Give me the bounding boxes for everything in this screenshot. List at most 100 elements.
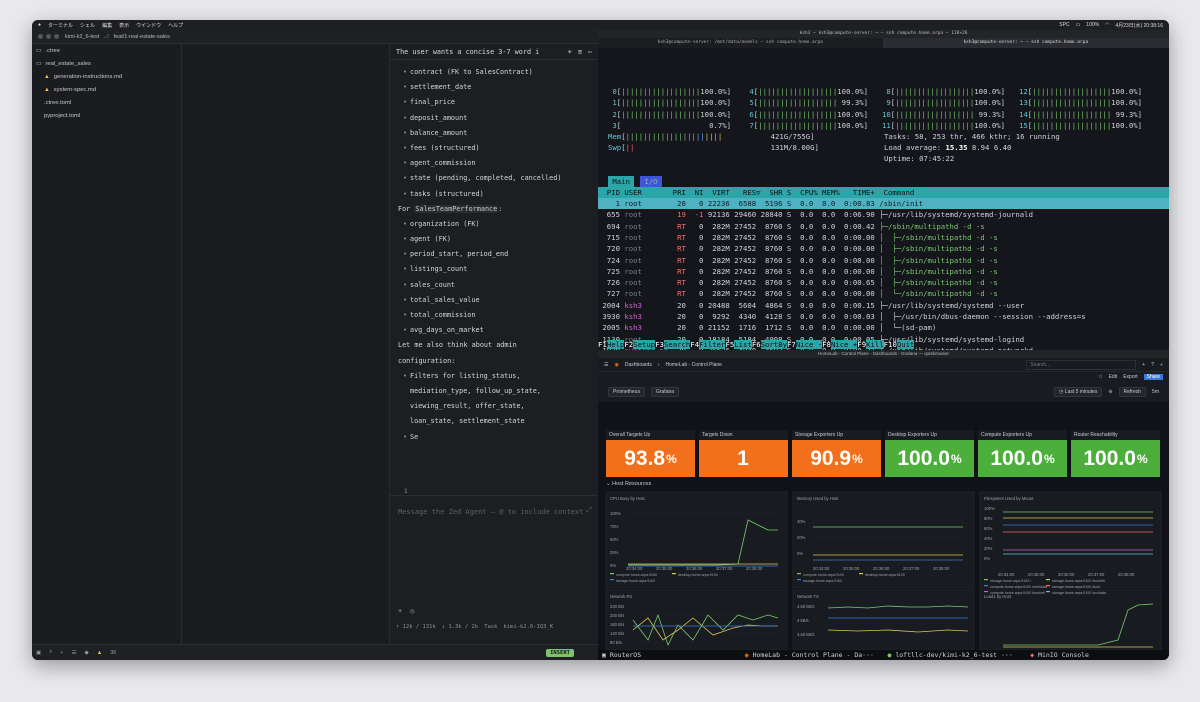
task-item[interactable]: ▣ RouterOS bbox=[598, 651, 741, 659]
task-item[interactable]: ◆ MinIO Console bbox=[1026, 651, 1169, 659]
search-icon[interactable]: ⌕ bbox=[49, 649, 52, 656]
fkey-search[interactable]: F3Search bbox=[655, 340, 691, 349]
htop-tab-io[interactable]: I/O bbox=[640, 176, 662, 188]
fkey-quit[interactable]: F10Quit bbox=[884, 340, 915, 349]
breadcrumb-item[interactable]: Dashboards bbox=[625, 362, 652, 368]
stat-panel[interactable]: Desktop Exporters Up 100.0% bbox=[885, 430, 974, 477]
menu-item[interactable]: 編集 bbox=[102, 22, 112, 29]
tree-item[interactable]: pyproject.toml bbox=[32, 109, 181, 122]
close-icon[interactable] bbox=[38, 34, 43, 39]
refresh-interval[interactable]: 5m bbox=[1152, 389, 1159, 395]
battery-icon[interactable]: ▭ bbox=[1076, 22, 1081, 29]
y-tick-label: 80 B/s bbox=[610, 640, 622, 645]
export-button[interactable]: Export bbox=[1123, 374, 1137, 380]
agent-message-input[interactable]: Message the Zed Agent — @ to include con… bbox=[390, 495, 598, 645]
fkey-help[interactable]: F1Help bbox=[598, 340, 625, 349]
time-range-picker[interactable]: ◷ Last 5 minutes bbox=[1054, 387, 1103, 397]
diagnostic-icon[interactable]: ◆ bbox=[85, 650, 89, 656]
fkey-nice[interactable]: F8Nice + bbox=[822, 340, 858, 349]
menu-item[interactable]: ターミナル bbox=[48, 22, 73, 29]
fkey-nice[interactable]: F7Nice - bbox=[787, 340, 823, 349]
git-icon[interactable]: ⑂ bbox=[60, 650, 63, 656]
tree-item[interactable]: ▭ real_estate_sales bbox=[32, 57, 181, 70]
plus-icon[interactable]: + bbox=[568, 48, 572, 56]
refresh-button[interactable]: Refresh bbox=[1118, 387, 1147, 397]
process-row[interactable]: 3930 ksh3 20 0 9292 4340 4128 S 0.0 0.0 … bbox=[598, 311, 1169, 322]
htop-function-keys: F1HelpF2SetupF3SearchF4FilterF5ListF6Sor… bbox=[598, 340, 1169, 350]
plus-icon[interactable]: + bbox=[398, 603, 402, 619]
tree-item[interactable]: .ctree.toml bbox=[32, 96, 181, 109]
fkey-kill[interactable]: F9Kill bbox=[857, 340, 884, 349]
task-item[interactable]: ◉ HomeLab - Control Plane - Da··· bbox=[741, 651, 884, 659]
menu-item[interactable]: ヘルプ bbox=[168, 22, 183, 29]
dashboard-link[interactable]: Grafana bbox=[650, 387, 680, 397]
dashboard-link[interactable]: Prometheus bbox=[608, 387, 645, 397]
process-row[interactable]: 715 root RT 0 282M 27452 8760 S 0.0 0.0 … bbox=[598, 232, 1169, 243]
htop-tab-main[interactable]: Main bbox=[608, 176, 635, 188]
agent-line-text: final_price bbox=[410, 98, 456, 107]
wifi-icon[interactable]: ◠ bbox=[1105, 22, 1109, 29]
terminal-tab[interactable]: ksh3@compute-server: /mnt/data/models — … bbox=[598, 38, 884, 48]
process-row[interactable]: 725 root RT 0 282M 27452 8760 S 0.0 0.0 … bbox=[598, 266, 1169, 277]
model-select[interactable]: kimi-k2.6-IQ3_K bbox=[503, 619, 553, 635]
tree-item[interactable]: ▲ generation-instructions.md bbox=[32, 70, 181, 83]
history-icon[interactable]: ≡ bbox=[578, 48, 582, 56]
star-icon[interactable]: ☆ bbox=[1098, 374, 1102, 380]
menu-item[interactable]: ウインドウ bbox=[136, 22, 161, 29]
apple-icon[interactable]: ● bbox=[38, 22, 41, 28]
stat-panel[interactable]: Overall Targets Up 93.8% bbox=[606, 430, 695, 477]
expand-icon[interactable]: ⤢ bbox=[586, 502, 592, 518]
fkey-setup[interactable]: F2Setup bbox=[624, 340, 656, 349]
process-row[interactable]: 726 root RT 0 282M 27452 8760 S 0.0 0.0 … bbox=[598, 277, 1169, 288]
grafana-logo-icon[interactable]: ◉ bbox=[614, 362, 618, 368]
help-icon[interactable]: ? bbox=[1151, 362, 1154, 368]
terminal-tab-active[interactable]: ksh3@compute-server: ~ — ssh compute.hom… bbox=[883, 38, 1169, 48]
fkey-filter[interactable]: F4Filter bbox=[690, 340, 726, 349]
process-row[interactable]: 655 root 19 -1 92136 29460 28840 S 0.0 0… bbox=[598, 209, 1169, 220]
process-row[interactable]: 694 root RT 0 282M 27452 8760 S 0.0 0.0 … bbox=[598, 221, 1169, 232]
share-button[interactable]: Share bbox=[1143, 374, 1163, 380]
mode-select[interactable]: Task bbox=[484, 619, 497, 635]
breadcrumb-item[interactable]: HomeLab - Control Plane bbox=[666, 362, 722, 368]
tree-item[interactable]: ▭ .ctree bbox=[32, 44, 181, 57]
edit-button[interactable]: Edit bbox=[1109, 374, 1118, 380]
fkey-list[interactable]: F5List bbox=[725, 340, 752, 349]
process-row[interactable]: 724 root RT 0 282M 27452 8760 S 0.0 0.0 … bbox=[598, 255, 1169, 266]
status-item[interactable]: 100% bbox=[1086, 22, 1099, 29]
fkey-sortby[interactable]: F6SortBy bbox=[752, 340, 787, 349]
status-item[interactable]: SPC bbox=[1059, 22, 1069, 29]
cpu-meter: 7[||||||||||||||||||100.0%] bbox=[745, 120, 869, 130]
editor-pane[interactable] bbox=[182, 44, 390, 644]
warning-icon[interactable]: ▲ bbox=[97, 650, 102, 656]
zoom-icon[interactable] bbox=[54, 34, 59, 39]
search-input[interactable]: Search... bbox=[1026, 359, 1137, 370]
stat-panel[interactable]: Storage Exporters Up 90.9% bbox=[792, 430, 881, 477]
zoom-out-icon[interactable]: ⊖ bbox=[1108, 389, 1112, 395]
tree-item[interactable]: ▲ system-spec.md bbox=[32, 83, 181, 96]
plus-icon[interactable]: + bbox=[1142, 362, 1145, 368]
stat-panel[interactable]: Router Reachability 100.0% bbox=[1071, 430, 1160, 477]
outline-icon[interactable]: ☰ bbox=[72, 650, 77, 656]
project-name[interactable]: kimi-k2_6-test bbox=[65, 34, 99, 40]
process-row[interactable]: 2004 ksh3 20 0 20488 5604 4864 S 0.0 0.0… bbox=[598, 300, 1169, 311]
branch-name[interactable]: feat/1-real-estate-sales bbox=[114, 34, 170, 40]
menu-item[interactable]: シェル bbox=[80, 22, 95, 29]
minimize-icon[interactable] bbox=[46, 34, 51, 39]
clock[interactable]: 4月23日(水) 20:38:16 bbox=[1115, 22, 1163, 29]
process-row[interactable]: 720 root RT 0 282M 27452 8760 S 0.0 0.0 … bbox=[598, 243, 1169, 254]
panel-icon[interactable]: ▣ bbox=[36, 650, 41, 656]
stat-panel[interactable]: Targets Down 1 bbox=[699, 430, 788, 477]
more-icon[interactable]: ⋯ bbox=[588, 48, 592, 56]
row-header[interactable]: ⌄ Host Resources bbox=[606, 481, 651, 487]
process-row[interactable]: 1 root 20 0 22236 6588 5196 S 0.0 0.0 0:… bbox=[598, 198, 1169, 210]
menu-icon[interactable]: ☰ bbox=[604, 362, 608, 368]
process-row[interactable]: 727 root RT 0 282M 27452 8760 S 0.0 0.0 … bbox=[598, 288, 1169, 299]
thread-title[interactable]: The user wants a concise 3-7 word i bbox=[396, 48, 562, 56]
process-row[interactable]: 2005 ksh3 20 0 21152 1716 1712 S 0.0 0.0… bbox=[598, 322, 1169, 333]
menu-item[interactable]: 表示 bbox=[119, 22, 129, 29]
task-item[interactable]: ● loftllc-dev/kimi-k2_6-test ··· bbox=[884, 651, 1027, 659]
x-tick-label: 20:37:00 bbox=[903, 566, 920, 571]
stat-panel[interactable]: Compute Exporters Up 100.0% bbox=[978, 430, 1067, 477]
mention-icon[interactable]: ◎ bbox=[410, 603, 414, 619]
avatar[interactable]: ● bbox=[1160, 362, 1163, 368]
